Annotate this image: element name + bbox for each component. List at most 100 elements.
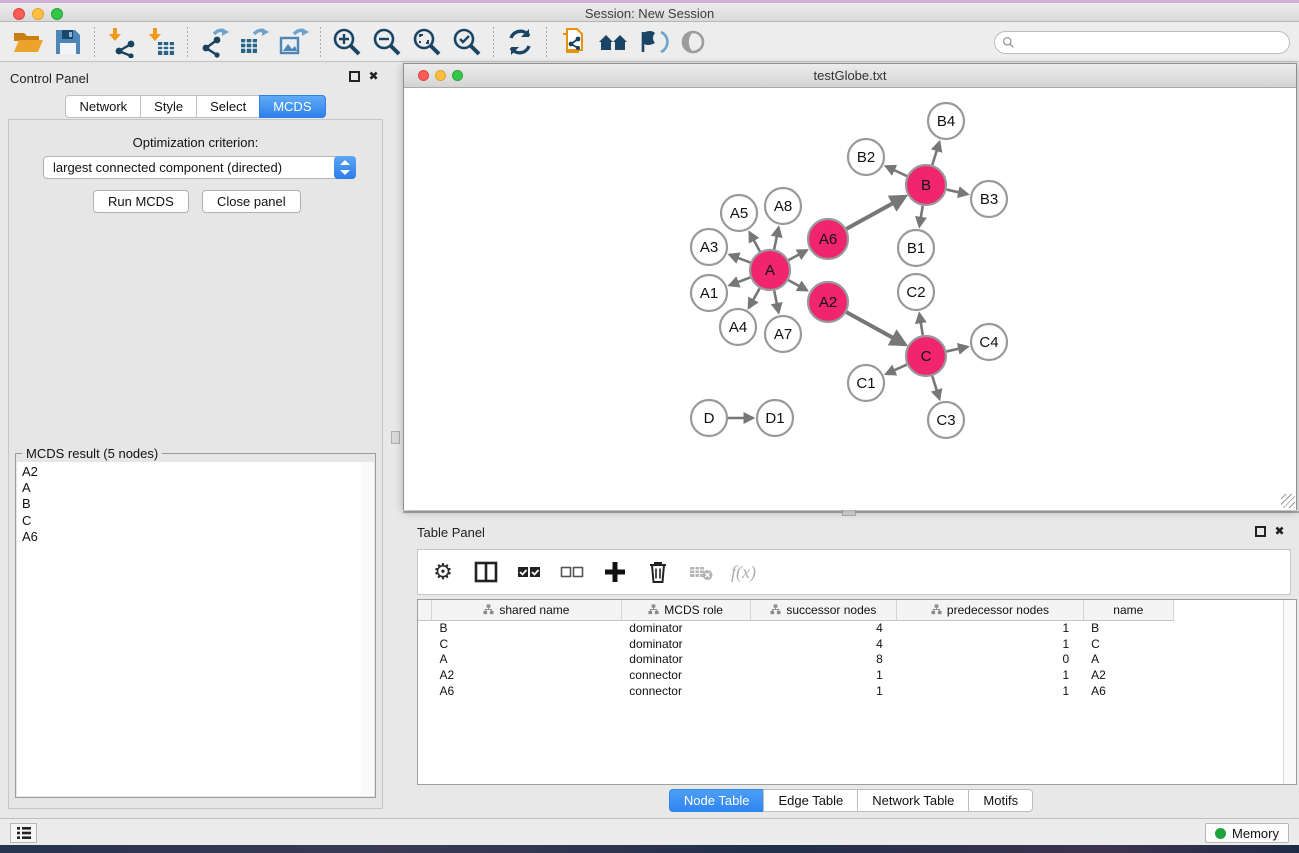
cell[interactable]: C	[432, 636, 622, 652]
zoom-in-icon[interactable]	[330, 26, 364, 58]
table-scrollbar[interactable]	[1283, 600, 1296, 784]
table-row[interactable]: Bdominator41B	[418, 620, 1174, 636]
table-row[interactable]: A2connector11A2	[418, 667, 1174, 683]
node-B3[interactable]: B3	[971, 181, 1007, 217]
float-table-panel-icon[interactable]	[1255, 526, 1266, 537]
node-C3[interactable]: C3	[928, 402, 964, 438]
edge-B-B1[interactable]	[919, 206, 922, 227]
edge-A-A5[interactable]	[750, 232, 760, 251]
edge-A-A7[interactable]	[774, 291, 778, 313]
tab-network[interactable]: Network	[65, 95, 140, 118]
table-row[interactable]: Cdominator41C	[418, 636, 1174, 652]
cell[interactable]: C	[1083, 636, 1173, 652]
refresh-icon[interactable]	[503, 26, 537, 58]
table-settings-icon[interactable]: ⚙	[430, 559, 456, 585]
edge-A-A3[interactable]	[730, 255, 751, 263]
node-A6[interactable]: A6	[808, 219, 848, 259]
search-input[interactable]	[1015, 34, 1289, 52]
edge-B-B3[interactable]	[946, 190, 967, 195]
cell[interactable]: A6	[1083, 683, 1173, 699]
cell[interactable]: A6	[432, 683, 622, 699]
criterion-dropdown[interactable]: largest connected component (directed)	[43, 156, 356, 179]
cell[interactable]: 1	[897, 636, 1083, 652]
edge-A-A2[interactable]	[788, 280, 807, 290]
horizontal-splitter-handle[interactable]	[842, 509, 856, 516]
column-header-successor-nodes[interactable]: successor nodes	[750, 600, 897, 620]
cell[interactable]: 1	[750, 683, 897, 699]
tab-edge-table[interactable]: Edge Table	[763, 789, 857, 812]
cell[interactable]: 1	[897, 667, 1083, 683]
edge-A2-C[interactable]	[846, 312, 905, 344]
result-item[interactable]: C	[22, 513, 361, 529]
deselect-all-rows-icon[interactable]	[559, 559, 585, 585]
cell[interactable]: 8	[750, 651, 897, 667]
window-resize-grip[interactable]	[1281, 494, 1295, 508]
edge-C-C1[interactable]	[886, 365, 907, 374]
result-item[interactable]: A	[22, 480, 361, 496]
tab-mcds[interactable]: MCDS	[259, 95, 325, 118]
close-table-panel-icon[interactable]: ✖	[1274, 526, 1285, 537]
search-field[interactable]	[994, 31, 1290, 54]
node-A2[interactable]: A2	[808, 282, 848, 322]
edge-C-C2[interactable]	[919, 314, 922, 336]
edge-A6-B[interactable]	[846, 197, 905, 229]
column-header-name[interactable]: name	[1083, 600, 1173, 620]
node-C2[interactable]: C2	[898, 274, 934, 310]
export-image-icon[interactable]	[277, 26, 311, 58]
import-network-icon[interactable]	[104, 26, 138, 58]
select-all-rows-icon[interactable]	[516, 559, 542, 585]
network-document-icon[interactable]	[556, 26, 590, 58]
cell[interactable]: A2	[432, 667, 622, 683]
edge-A-A8[interactable]	[774, 228, 778, 250]
result-item[interactable]: B	[22, 496, 361, 512]
node-A7[interactable]: A7	[765, 316, 801, 352]
node-A1[interactable]: A1	[691, 275, 727, 311]
open-file-icon[interactable]	[11, 26, 45, 58]
cell[interactable]: connector	[621, 683, 750, 699]
column-header-shared-name[interactable]: shared name	[432, 600, 622, 620]
edge-A-A4[interactable]	[749, 288, 760, 308]
import-table-icon[interactable]	[144, 26, 178, 58]
cell[interactable]: 0	[897, 651, 1083, 667]
home-icon[interactable]	[596, 26, 630, 58]
node-C[interactable]: C	[906, 336, 946, 376]
apply-function-icon[interactable]: f(x)	[731, 562, 756, 583]
export-table-icon[interactable]	[237, 26, 271, 58]
task-history-button[interactable]	[10, 823, 37, 843]
node-B4[interactable]: B4	[928, 103, 964, 139]
result-list-scrollbar[interactable]	[361, 462, 374, 796]
edge-B-B2[interactable]	[886, 166, 907, 176]
table-row[interactable]: Adominator80A	[418, 651, 1174, 667]
save-session-icon[interactable]	[51, 26, 85, 58]
column-visibility-icon[interactable]	[473, 559, 499, 585]
edge-B-B4[interactable]	[932, 142, 939, 165]
zoom-fit-icon[interactable]	[410, 26, 444, 58]
cell[interactable]: 1	[897, 683, 1083, 699]
node-A4[interactable]: A4	[720, 309, 756, 345]
table-row[interactable]: A6connector11A6	[418, 683, 1174, 699]
cell[interactable]: 1	[897, 620, 1083, 636]
edge-C-C3[interactable]	[932, 376, 939, 399]
close-panel-button[interactable]: Close panel	[202, 190, 301, 213]
node-B[interactable]: B	[906, 165, 946, 205]
node-A3[interactable]: A3	[691, 229, 727, 265]
zoom-out-icon[interactable]	[370, 26, 404, 58]
cell[interactable]: B	[1083, 620, 1173, 636]
edge-A-A6[interactable]	[789, 250, 807, 260]
run-mcds-button[interactable]: Run MCDS	[93, 190, 189, 213]
result-item[interactable]: A2	[22, 464, 361, 480]
tab-style[interactable]: Style	[140, 95, 196, 118]
column-header-MCDS-role[interactable]: MCDS role	[621, 600, 750, 620]
zoom-selected-icon[interactable]	[450, 26, 484, 58]
hide-graphics-details-icon[interactable]	[636, 26, 670, 58]
node-B1[interactable]: B1	[898, 230, 934, 266]
cell[interactable]: A2	[1083, 667, 1173, 683]
node-A8[interactable]: A8	[765, 188, 801, 224]
node-C1[interactable]: C1	[848, 365, 884, 401]
export-network-icon[interactable]	[197, 26, 231, 58]
network-canvas[interactable]: B4B2BB3A5A8A6A3B1AA1C2A2A4A7C4CC1DD1C3	[404, 89, 1296, 510]
node-B2[interactable]: B2	[848, 139, 884, 175]
cell[interactable]: 1	[750, 667, 897, 683]
tab-select[interactable]: Select	[196, 95, 259, 118]
cell[interactable]: dominator	[621, 620, 750, 636]
